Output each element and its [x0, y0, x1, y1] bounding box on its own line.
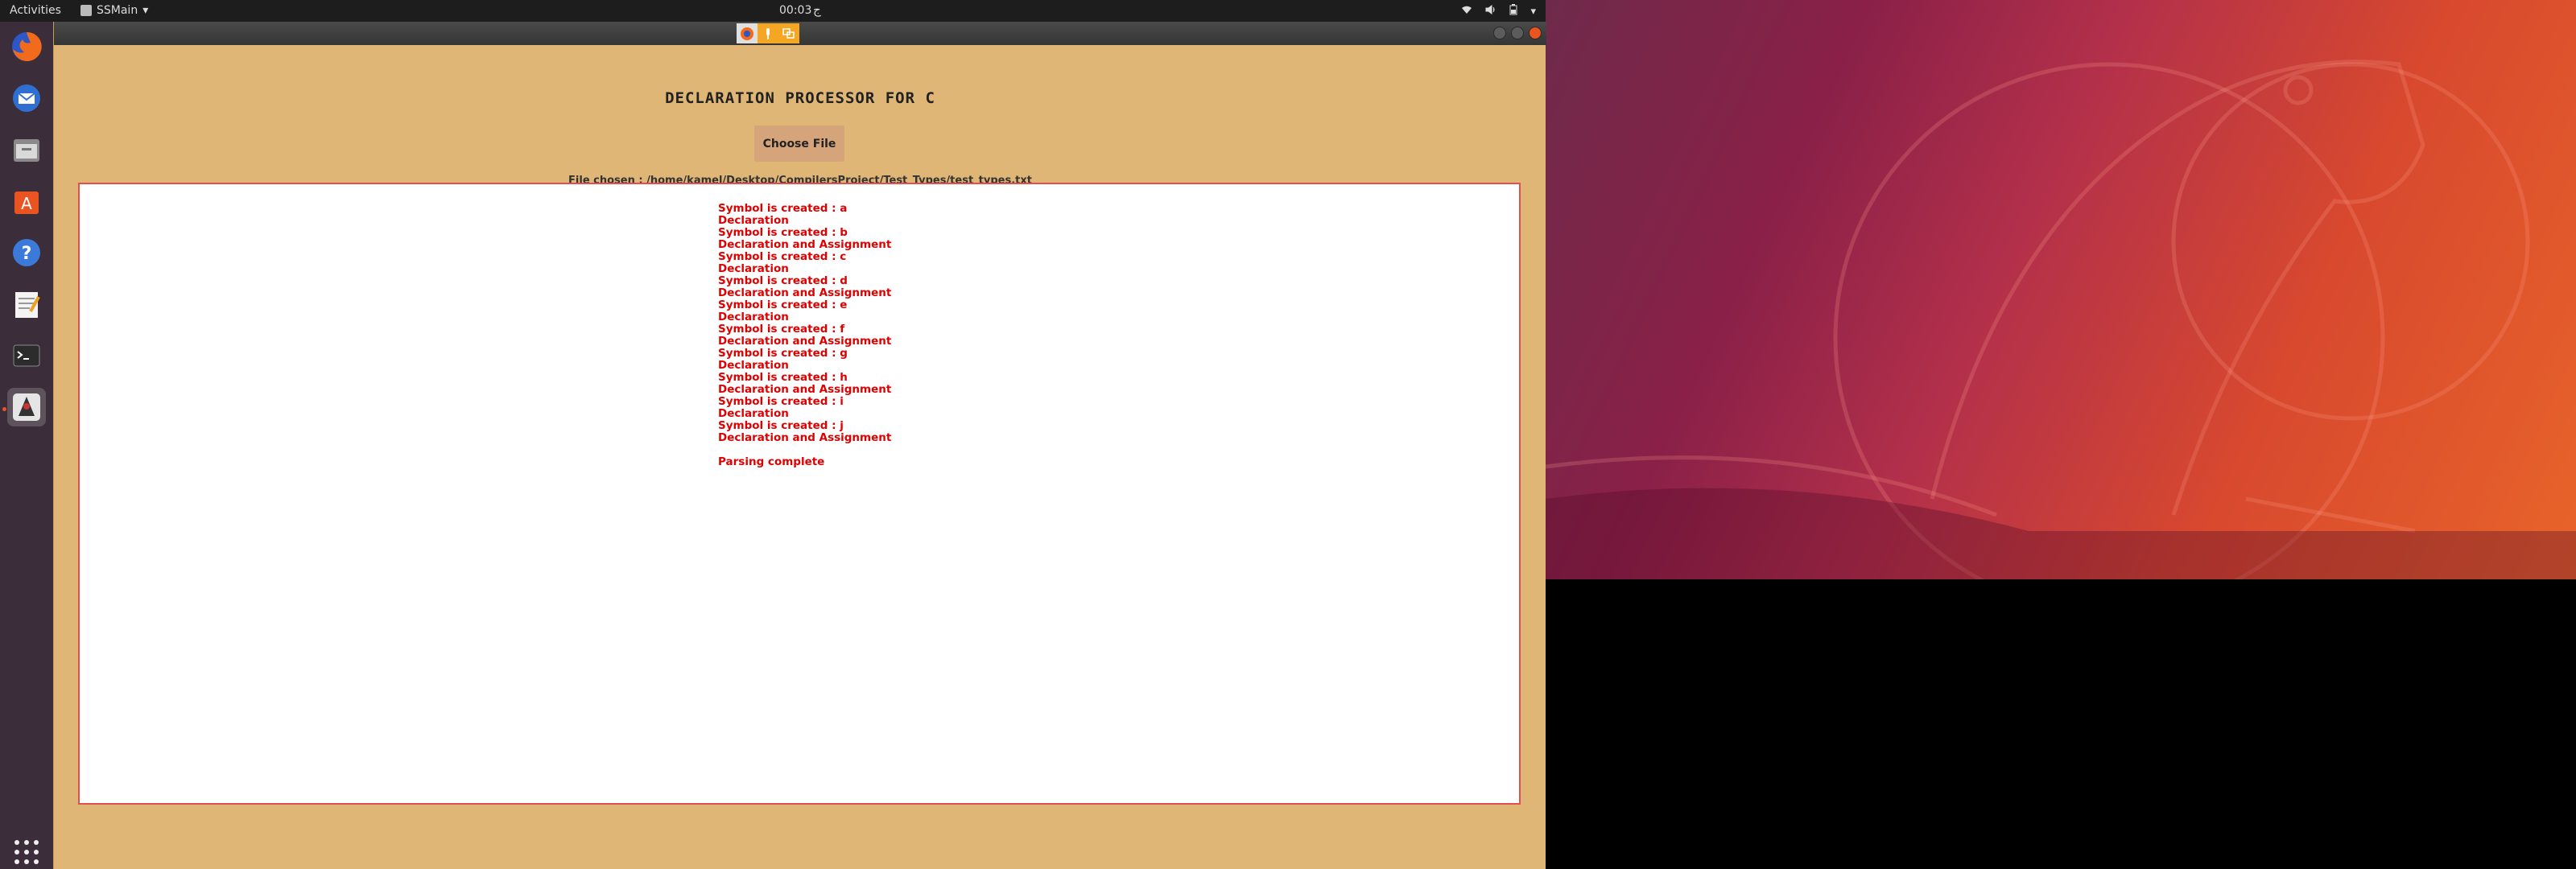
show-applications-icon[interactable] [14, 840, 39, 864]
output-line: Declaration [718, 359, 789, 372]
output-panel[interactable]: Symbol is created : a Declaration Symbol… [78, 183, 1521, 805]
microphone-icon[interactable] [758, 23, 778, 43]
output-line: Declaration [718, 407, 789, 420]
thunderbird-icon[interactable] [7, 79, 46, 117]
output-line: Declaration and Assignment [718, 431, 892, 444]
output-line: Symbol is created : d [718, 274, 848, 287]
output-line: Symbol is created : j [718, 419, 844, 432]
software-icon[interactable]: A [7, 182, 46, 220]
svg-text:A: A [21, 194, 32, 213]
minimize-button[interactable] [1493, 27, 1506, 39]
input-method-indicator[interactable]: ج [813, 2, 821, 17]
screen-share-icon[interactable] [778, 23, 799, 43]
parsing-status: Parsing complete [718, 455, 825, 468]
output-line: Declaration [718, 262, 789, 275]
files-icon[interactable] [7, 130, 46, 169]
help-icon[interactable]: ? [7, 233, 46, 272]
output-line: Symbol is created : a [718, 202, 848, 215]
output-line: Symbol is created : i [718, 395, 844, 408]
output-line: Symbol is created : c [718, 250, 847, 263]
output-line: Declaration and Assignment [718, 238, 892, 251]
chevron-down-icon: ▾ [1530, 5, 1536, 18]
java-app-icon[interactable] [7, 388, 46, 426]
output-line: Symbol is created : f [718, 323, 845, 336]
empty-screen-area [1546, 579, 2576, 869]
firefox-icon[interactable] [7, 27, 46, 66]
text-editor-icon[interactable] [7, 285, 46, 323]
app-window: DECLARATION PROCESSOR FOR C Choose File … [53, 22, 1546, 869]
output-lines: Symbol is created : a Declaration Symbol… [718, 203, 891, 468]
output-line: Symbol is created : h [718, 371, 848, 384]
output-line: Declaration and Assignment [718, 286, 892, 299]
output-line: Symbol is created : b [718, 226, 848, 239]
running-indicator [2, 407, 6, 411]
choose-file-button[interactable]: Choose File [754, 126, 844, 162]
desktop-wallpaper [1546, 0, 2576, 579]
svg-text:?: ? [22, 244, 32, 264]
output-line: Symbol is created : e [718, 299, 848, 311]
java-app-icon [80, 5, 92, 16]
window-titlebar[interactable] [54, 22, 1546, 45]
volume-icon [1485, 5, 1496, 18]
top-bar: Activities SSMain ▾ 00:03 ج ▾ [0, 0, 1546, 22]
clock[interactable]: 00:03 [779, 4, 811, 17]
maximize-button[interactable] [1511, 27, 1524, 39]
activities-button[interactable]: Activities [10, 4, 61, 17]
output-line: Declaration and Assignment [718, 383, 892, 396]
output-line: Symbol is created : g [718, 347, 848, 360]
output-line: Declaration [718, 214, 789, 227]
system-tray[interactable]: ▾ [1461, 4, 1536, 19]
wifi-icon [1461, 5, 1472, 18]
chevron-down-icon: ▾ [142, 4, 149, 17]
close-button[interactable] [1529, 27, 1542, 39]
dock: A ? [0, 22, 53, 869]
terminal-icon[interactable] [7, 336, 46, 375]
app-menu-label: SSMain [97, 4, 138, 17]
output-line: Declaration [718, 311, 789, 323]
battery-icon [1509, 4, 1517, 19]
app-menu[interactable]: SSMain ▾ [80, 4, 148, 17]
output-line: Declaration and Assignment [718, 335, 892, 348]
firefox-icon[interactable] [737, 23, 758, 43]
page-title: DECLARATION PROCESSOR FOR C [665, 89, 935, 107]
